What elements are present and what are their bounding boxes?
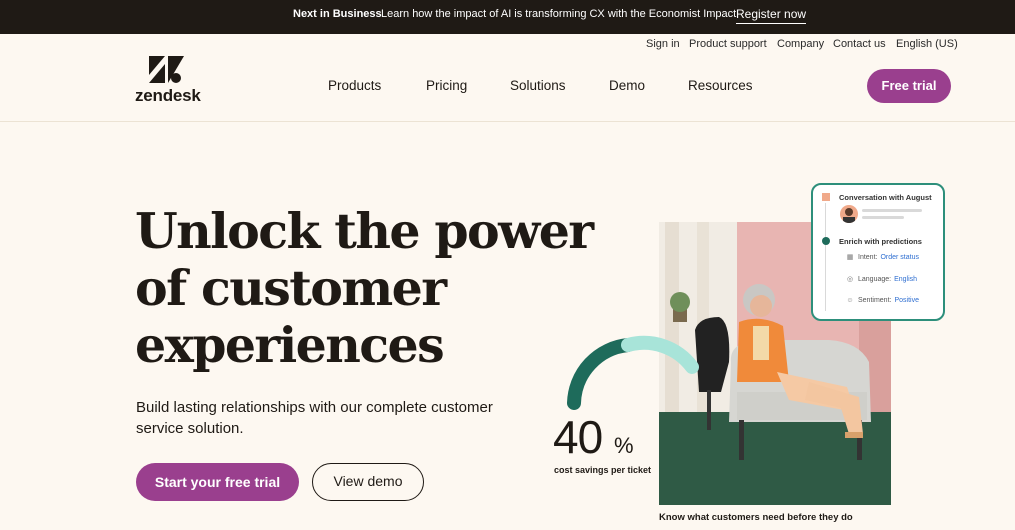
nav-pricing[interactable]: Pricing [426,78,467,93]
timeline-dot [822,237,830,245]
zendesk-logo[interactable]: zendesk [135,56,205,106]
hero-title-line: of customer [135,259,447,317]
conversation-marker [822,193,830,201]
hero-title: Unlock the power of customer experiences [135,203,595,374]
nav-products[interactable]: Products [328,78,381,93]
message-placeholder [862,216,904,219]
free-trial-button[interactable]: Free trial [867,69,951,103]
avatar [840,205,858,223]
smiley-icon: ☺ [846,297,854,304]
nav-solutions[interactable]: Solutions [510,78,566,93]
message-placeholder [862,209,922,212]
grid-icon: ▦ [846,254,854,261]
nav-demo[interactable]: Demo [609,78,645,93]
stat-unit: % [614,433,634,458]
stat-label: cost savings per ticket [554,465,652,475]
prediction-label: Intent: [858,254,878,261]
prediction-row-language: ◎ Language: English [845,275,917,283]
contact-us-link[interactable]: Contact us [833,38,886,50]
prediction-row-sentiment: ☺ Sentiment: Positive [845,297,919,304]
card-section-title: Enrich with predictions [839,237,922,246]
company-link[interactable]: Company [777,38,824,50]
announcement-text: Learn how the impact of AI is transformi… [381,8,737,20]
hero-subtitle: Build lasting relationships with our com… [136,399,493,437]
timeline-line [825,203,826,311]
photo-caption: Know what customers need before they do [659,512,853,523]
prediction-label: Sentiment: [858,297,892,304]
prediction-card: Conversation with August Enrich with pre… [811,183,945,321]
stat-value: 40 [553,411,603,463]
view-demo-button[interactable]: View demo [312,463,424,501]
prediction-row-intent: ▦ Intent: Order status [845,253,919,261]
register-now-link[interactable]: Register now [736,7,807,24]
nav-resources[interactable]: Resources [688,78,753,93]
prediction-value: English [894,276,918,283]
card-title: Conversation with August [839,193,932,202]
globe-icon: ◎ [846,276,854,283]
savings-gauge [567,335,699,410]
header-divider [0,121,1015,122]
hero-title-line: Unlock the power [135,202,594,260]
zendesk-logo-mark-icon [149,56,184,83]
prediction-label: Language: [858,276,892,283]
hero-title-line: experiences [135,316,445,374]
sign-in-link[interactable]: Sign in [646,38,680,50]
prediction-value: Positive [894,297,919,304]
announcement-bar: Next in Business Learn how the impact of… [0,0,1015,34]
announcement-label: Next in Business [293,8,382,20]
language-selector[interactable]: English (US) [896,38,958,50]
prediction-value: Order status [880,254,919,261]
product-support-link[interactable]: Product support [689,38,767,50]
logo-wordmark: zendesk [135,86,201,105]
start-free-trial-button[interactable]: Start your free trial [136,463,299,501]
